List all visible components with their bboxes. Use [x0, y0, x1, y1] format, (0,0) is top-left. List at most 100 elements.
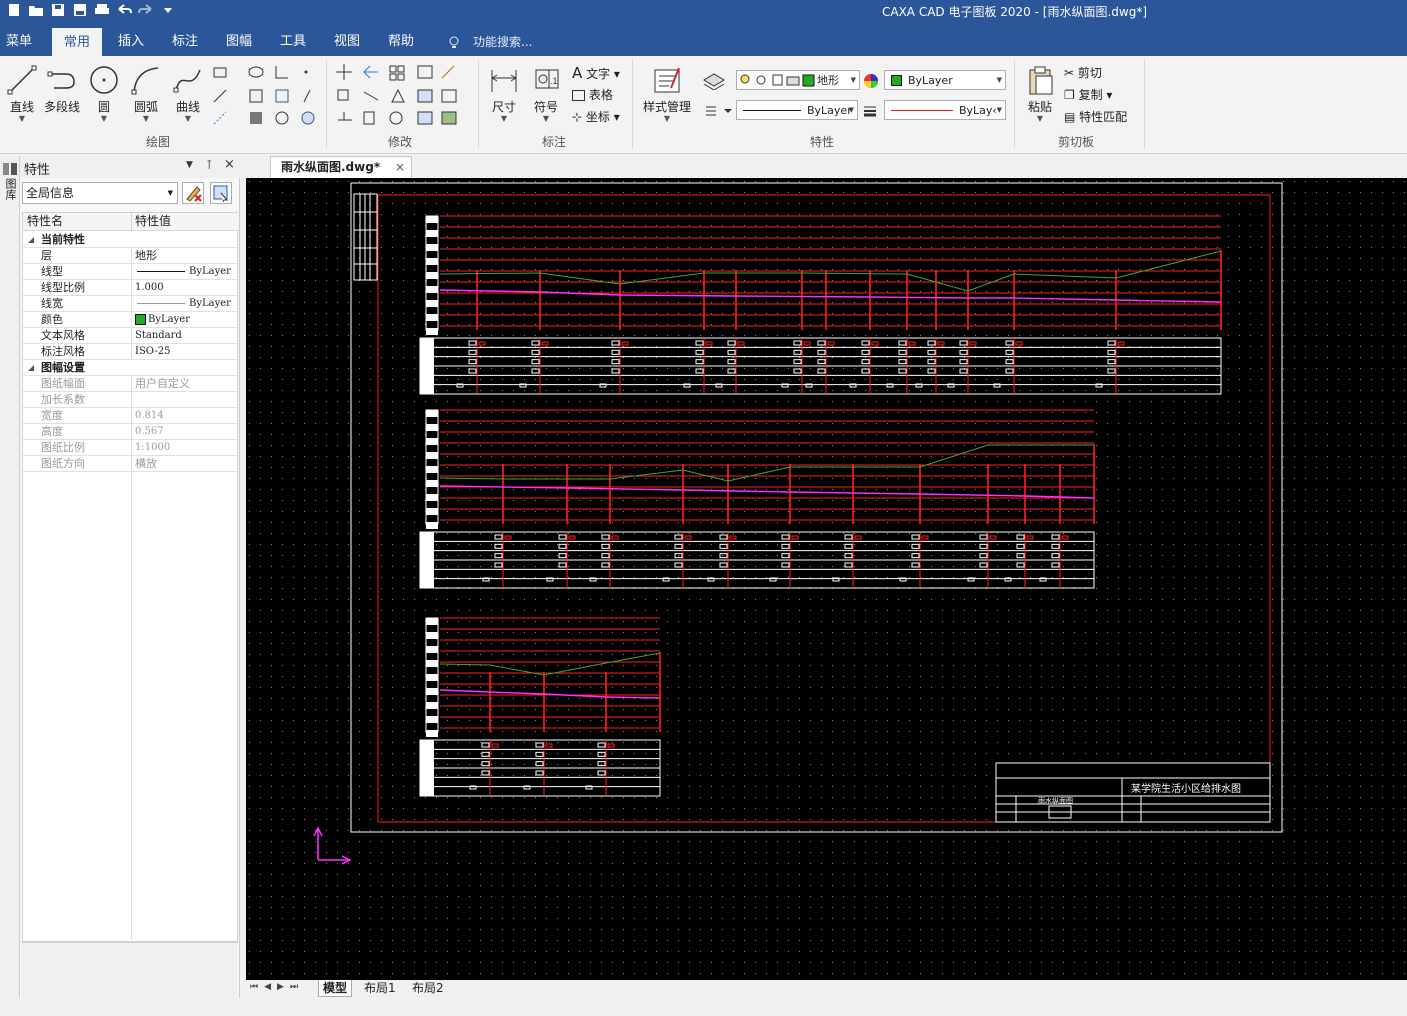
draw-group-label: 绘图: [146, 135, 171, 149]
tab-layout2[interactable]: 布局2: [408, 980, 448, 997]
tab-model[interactable]: 模型: [318, 980, 353, 997]
circle-tool-button[interactable]: 圆 ▼: [82, 62, 126, 123]
linetype-combo[interactable]: ByLayer ▼: [736, 100, 858, 120]
property-row-sheet-size[interactable]: 图纸幅面 用户自定义: [23, 376, 239, 392]
layer-state-icons: [740, 74, 815, 87]
undo-icon[interactable]: [116, 2, 132, 18]
modify-tools[interactable]: [334, 62, 474, 126]
table-header-col: [420, 338, 434, 394]
group-separator: [478, 60, 479, 148]
drawing-canvas[interactable]: 某学院生活小区给排水图 雨水纵面图: [246, 178, 1407, 980]
save-icon[interactable]: [50, 2, 66, 18]
library-label[interactable]: 图库: [2, 178, 17, 200]
layer-manager-icon[interactable]: [702, 72, 730, 90]
property-row-lineweight[interactable]: 线宽 ByLayer: [23, 296, 239, 312]
library-icon[interactable]: [2, 162, 18, 176]
ruler-tick: [426, 410, 438, 417]
layout-nav-icons[interactable]: ⏮◀▶⏭: [250, 982, 304, 992]
property-row-dim-style[interactable]: 标注风格 ISO-25: [23, 344, 239, 360]
customize-qat-icon[interactable]: [160, 2, 176, 18]
cad-drawing[interactable]: 某学院生活小区给排水图 雨水纵面图: [246, 178, 1407, 980]
property-row-color[interactable]: 颜色 ByLayer: [23, 312, 239, 328]
tab-view[interactable]: 视图: [328, 28, 366, 56]
property-row-orientation[interactable]: 图纸方向 横放: [23, 456, 239, 472]
pick-clear-button[interactable]: [182, 182, 204, 204]
property-row-width[interactable]: 宽度 0.814: [23, 408, 239, 424]
group-row-current[interactable]: ◢ 当前特性: [23, 232, 239, 248]
polyline-tool-button[interactable]: 多段线: [40, 62, 84, 115]
tab-common[interactable]: 常用: [52, 28, 102, 56]
property-row-height[interactable]: 高度 0.567: [23, 424, 239, 440]
tab-layout1[interactable]: 布局1: [360, 980, 400, 997]
match-properties-button[interactable]: ▤ 特性匹配: [1064, 108, 1127, 125]
properties-grid-header: 特性名 特性值: [23, 213, 239, 231]
lineweight-combo[interactable]: ByLay‹ ▼: [884, 100, 1006, 120]
curve-tool-button[interactable]: 曲线 ▼: [166, 62, 210, 123]
symbol-tool-button[interactable]: .1 符号 ▼: [524, 62, 568, 123]
paste-label: 粘贴: [1027, 100, 1052, 114]
quick-select-button[interactable]: [210, 182, 232, 204]
copy-button[interactable]: ❐ 复制 ▾: [1064, 86, 1112, 103]
color-combo[interactable]: ByLayer ▼: [884, 70, 1006, 90]
property-row-layer[interactable]: 层地形: [23, 248, 239, 264]
style-manage-button[interactable]: 样式管理 ▼: [638, 62, 696, 123]
color-swatch: [891, 74, 902, 86]
tab-tools[interactable]: 工具: [274, 28, 312, 56]
save-as-icon[interactable]: [72, 2, 88, 18]
property-row-scale[interactable]: 图纸比例 1:1000: [23, 440, 239, 456]
tab-insert[interactable]: 插入: [112, 28, 150, 56]
modify-group-label: 修改: [388, 135, 413, 149]
property-row-linetype[interactable]: 线型 ByLayer: [23, 264, 239, 280]
table-header-col: [420, 740, 434, 796]
text-tool-button[interactable]: A 文字 ▾: [572, 64, 620, 82]
close-icon[interactable]: ×: [224, 157, 235, 172]
ruler-tick: [426, 314, 438, 321]
tab-help[interactable]: 帮助: [382, 28, 420, 56]
arc-tool-button[interactable]: 圆弧 ▼: [124, 62, 168, 123]
lineweight-icon[interactable]: [862, 104, 878, 118]
dimension-icon: [491, 70, 517, 92]
line-tool-button[interactable]: 直线 ▼: [0, 62, 44, 123]
linetype-icon[interactable]: [704, 104, 732, 118]
linetype-value: ByLayer: [807, 103, 852, 117]
feature-search-input[interactable]: 功能搜索...: [473, 28, 532, 56]
layer-combo[interactable]: 地形 ▼: [736, 70, 860, 90]
group-separator: [632, 60, 633, 148]
paste-button[interactable]: 粘贴 ▼: [1018, 62, 1062, 123]
document-tab[interactable]: 雨水纵面图.dwg* ×: [270, 156, 412, 178]
print-icon[interactable]: [94, 2, 110, 18]
tab-sheet[interactable]: 图幅: [220, 28, 258, 56]
panel-menu-icon[interactable]: ▼: [186, 160, 193, 170]
collapse-icon[interactable]: ◢: [28, 360, 34, 375]
dimension-tool-button[interactable]: 尺寸 ▼: [482, 62, 526, 123]
ruler-tick: [426, 618, 438, 625]
new-file-icon[interactable]: [6, 2, 22, 18]
collapse-icon[interactable]: ◢: [28, 232, 34, 247]
properties-description-area: [22, 942, 238, 998]
lineweight-value: ByLay‹: [959, 103, 997, 117]
table-tool-button[interactable]: 表格: [572, 86, 613, 103]
open-folder-icon[interactable]: [28, 2, 44, 18]
ruler-tick: [426, 646, 438, 653]
tab-annotate[interactable]: 标注: [166, 28, 204, 56]
ruler-tick: [426, 688, 438, 695]
lightbulb-icon: [449, 36, 459, 48]
property-row-extension[interactable]: 加长系数: [23, 392, 239, 408]
close-icon[interactable]: ×: [395, 157, 405, 177]
pin-icon[interactable]: ⊺: [206, 158, 212, 172]
cut-button[interactable]: ✂ 剪切: [1064, 64, 1102, 81]
group-separator: [1144, 60, 1145, 148]
tab-menu[interactable]: 菜单: [0, 28, 38, 56]
property-row-linetype-scale[interactable]: 线型比例 1.000: [23, 280, 239, 296]
ruler-tick: [426, 508, 438, 515]
draw-small-tools[interactable]: [210, 62, 320, 126]
group-row-sheet[interactable]: ◢ 图幅设置: [23, 360, 239, 376]
clipboard-group-label: 剪切板: [1058, 135, 1095, 149]
redo-icon[interactable]: [138, 2, 154, 18]
paste-icon: [1029, 66, 1053, 95]
properties-scope-select[interactable]: 全局信息 ▼: [22, 182, 178, 204]
ruler-tick: [426, 660, 438, 667]
coordinate-tool-button[interactable]: ⊹ 坐标 ▾: [572, 108, 620, 125]
property-row-text-style[interactable]: 文本风格 Standard: [23, 328, 239, 344]
color-wheel-icon[interactable]: [862, 72, 880, 90]
